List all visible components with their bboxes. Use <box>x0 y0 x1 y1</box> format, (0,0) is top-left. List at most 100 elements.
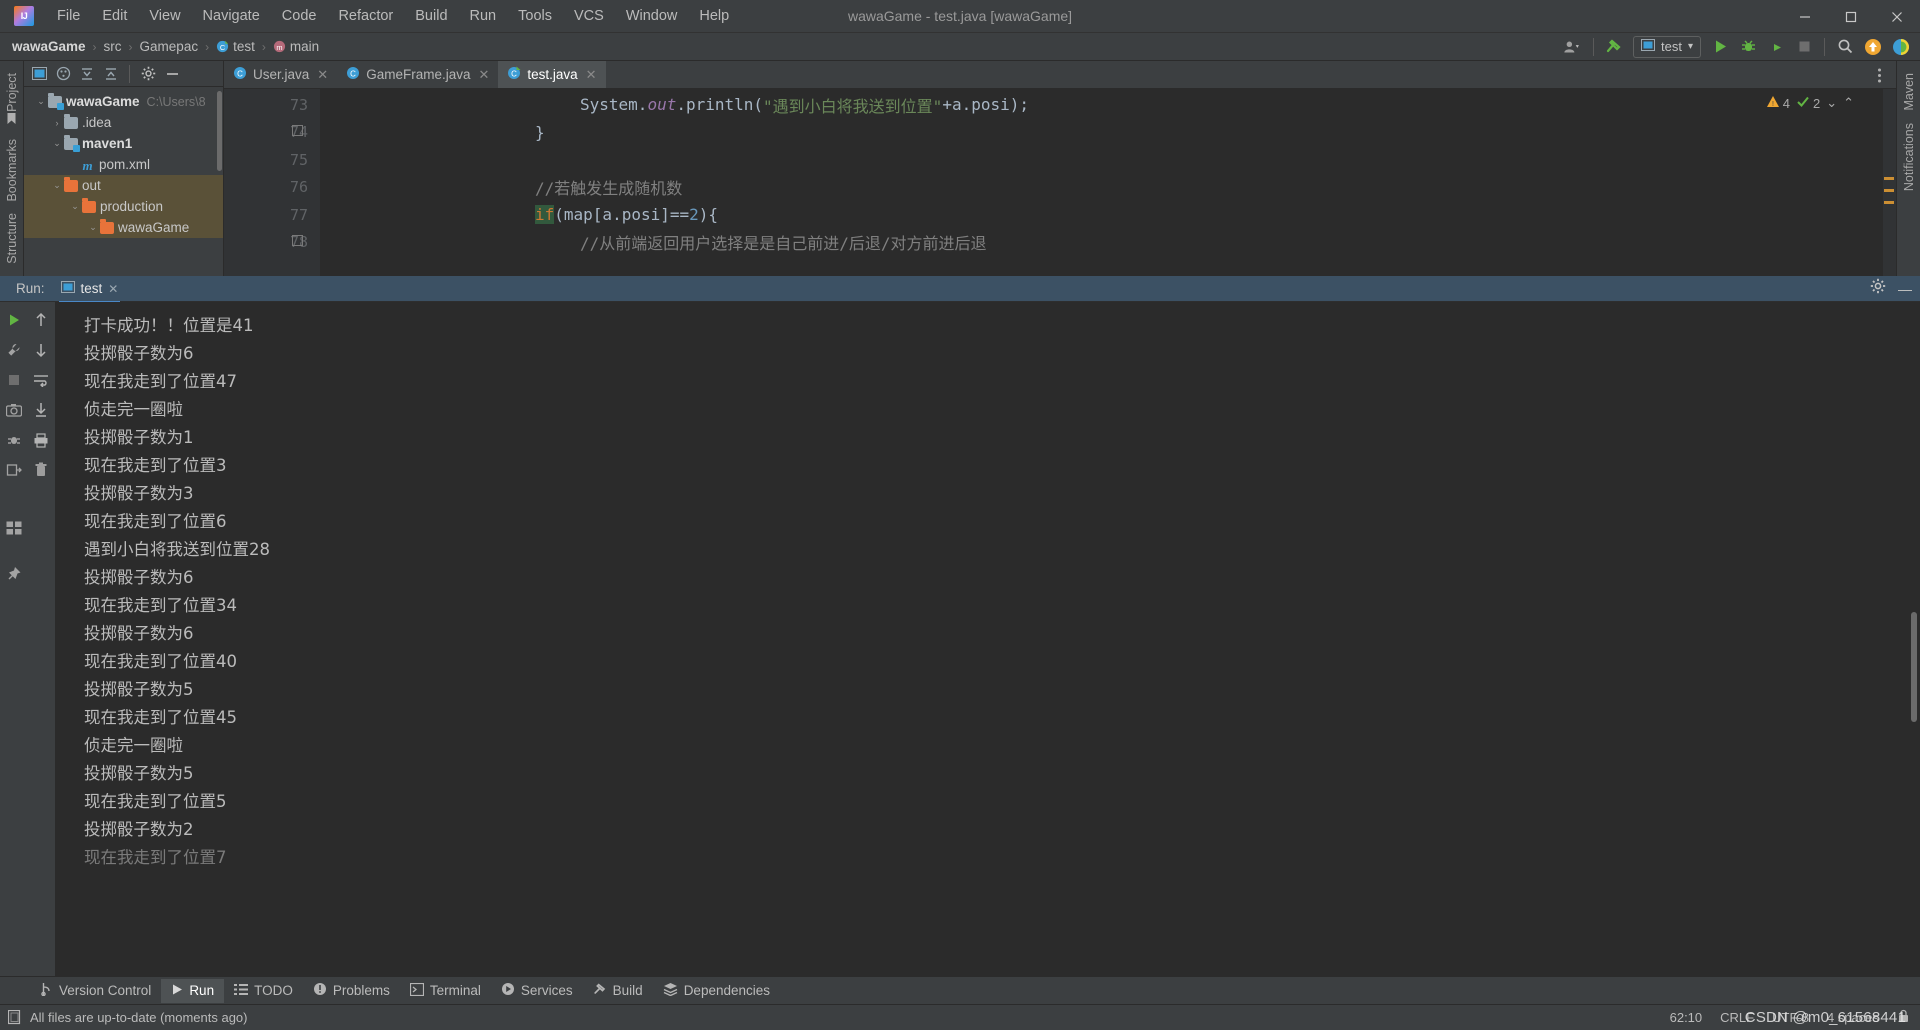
chevron-down-icon[interactable]: ▾ <box>1688 41 1693 52</box>
code-text-area[interactable]: System. out .println("遇到小白将我送到位置" +a.posi);… <box>320 89 1896 276</box>
read-only-lock-icon[interactable] <box>1897 1009 1910 1026</box>
search-everywhere-icon[interactable] <box>1832 35 1858 59</box>
tree-node-pom-xml[interactable]: m pom.xml <box>24 154 223 175</box>
tool-button-build[interactable]: Build <box>583 979 653 1003</box>
scroll-up-icon[interactable] <box>31 310 51 330</box>
tree-node-maven1[interactable]: ⌄ maven1 <box>24 133 223 154</box>
menu-item-file[interactable]: File <box>46 4 91 28</box>
close-icon[interactable]: ✕ <box>108 282 118 296</box>
camera-icon[interactable] <box>4 400 24 420</box>
chevron-down-icon[interactable]: ⌄ <box>68 201 82 212</box>
run-button[interactable] <box>1707 35 1733 59</box>
collapse-all-icon[interactable] <box>100 64 122 84</box>
caret-position[interactable]: 62:10 <box>1670 1010 1703 1025</box>
select-opened-file-icon[interactable] <box>28 64 50 84</box>
scroll-to-end-icon[interactable] <box>31 400 51 420</box>
grid-view-icon[interactable] <box>4 518 24 538</box>
stripe-mark-warning[interactable] <box>1884 201 1894 204</box>
menu-item-vcs[interactable]: VCS <box>563 4 615 28</box>
scope-icon[interactable] <box>52 64 74 84</box>
menu-item-help[interactable]: Help <box>688 4 740 28</box>
tree-scrollbar[interactable] <box>217 91 222 171</box>
stripe-mark-warning[interactable] <box>1884 189 1894 192</box>
account-icon[interactable] <box>1560 35 1586 59</box>
indent-setting[interactable]: 4 spaces <box>1827 1010 1879 1025</box>
tree-node-wawagame-out[interactable]: ⌄ wawaGame <box>24 217 223 238</box>
chevron-right-icon[interactable]: › <box>50 118 64 128</box>
stripe-mark-warning[interactable] <box>1884 177 1894 180</box>
minimize-icon[interactable] <box>1782 0 1828 33</box>
wrench-icon[interactable] <box>4 340 24 360</box>
close-icon[interactable] <box>1874 0 1920 33</box>
build-hammer-icon[interactable] <box>1601 35 1627 59</box>
settings-gear-icon[interactable] <box>137 64 159 84</box>
rail-item-structure[interactable]: Structure <box>5 207 19 270</box>
menu-item-view[interactable]: View <box>138 4 191 28</box>
rail-item-notifications[interactable]: Notifications <box>1902 117 1916 197</box>
warning-badge[interactable]: ! 4 <box>1766 95 1790 111</box>
close-icon[interactable]: ✕ <box>586 67 597 83</box>
project-tree[interactable]: ⌄ wawaGame C:\Users\8 › .idea ⌄ maven1 m… <box>24 87 223 276</box>
chevron-down-icon[interactable]: ⌄ <box>86 222 100 233</box>
menu-item-code[interactable]: Code <box>271 4 328 28</box>
chevron-down-icon[interactable]: ⌄ <box>50 180 64 191</box>
update-project-icon[interactable] <box>1860 35 1886 59</box>
rerun-run-icon[interactable] <box>4 310 24 330</box>
inspection-ok-badge[interactable]: 2 <box>1796 95 1820 111</box>
tool-button-dependencies[interactable]: Dependencies <box>653 979 780 1003</box>
inspection-widget[interactable]: ! 4 2 ⌄ ⌃ <box>1766 95 1854 111</box>
code-editor[interactable]: 73 74 75 76 77 78 System. out .println("遇到… <box>224 89 1896 276</box>
ide-feature-icon[interactable] <box>1888 35 1914 59</box>
tool-button-services[interactable]: Services <box>491 979 583 1003</box>
settings-gear-icon[interactable] <box>1870 278 1886 299</box>
code-fold-marker[interactable] <box>292 235 303 246</box>
stop-button[interactable] <box>1791 35 1817 59</box>
menu-item-build[interactable]: Build <box>404 4 458 28</box>
tool-button-run[interactable]: Run <box>161 978 225 1003</box>
pin-icon[interactable] <box>4 564 24 584</box>
chevron-down-icon[interactable]: ⌄ <box>34 96 48 107</box>
expand-all-icon[interactable] <box>76 64 98 84</box>
chevron-down-icon[interactable]: ⌄ <box>50 138 64 149</box>
maximize-icon[interactable] <box>1828 0 1874 33</box>
line-separator[interactable]: CRLF <box>1720 1010 1754 1025</box>
hide-panel-icon[interactable] <box>161 64 183 84</box>
error-stripe-marker-bar[interactable] <box>1882 89 1896 276</box>
console-scrollbar[interactable] <box>1911 612 1917 722</box>
menu-item-edit[interactable]: Edit <box>91 4 138 28</box>
chevron-up-icon[interactable]: ⌃ <box>1843 95 1854 111</box>
tree-node-production[interactable]: ⌄ production <box>24 196 223 217</box>
tool-button-terminal[interactable]: Terminal <box>400 979 491 1003</box>
editor-tab-gameframe-java[interactable]: C GameFrame.java ✕ <box>337 61 498 88</box>
breadcrumb-item-project[interactable]: wawaGame <box>12 39 86 54</box>
run-window-tab-test[interactable]: test ✕ <box>55 279 125 304</box>
more-options-icon[interactable] <box>1866 63 1892 87</box>
trash-icon[interactable] <box>31 460 51 480</box>
close-icon[interactable]: ✕ <box>317 67 328 83</box>
breadcrumb-item-gamepac[interactable]: Gamepac <box>140 39 199 54</box>
menu-item-window[interactable]: Window <box>615 4 689 28</box>
menu-item-run[interactable]: Run <box>459 4 508 28</box>
editor-tab-test-java[interactable]: C test.java ✕ <box>498 61 606 88</box>
code-fold-marker[interactable] <box>292 125 303 136</box>
tree-node-wawagame-root[interactable]: ⌄ wawaGame C:\Users\8 <box>24 91 223 112</box>
breadcrumb-item-src[interactable]: src <box>104 39 122 54</box>
rail-item-bookmarks[interactable]: Bookmarks <box>5 133 19 208</box>
menu-item-navigate[interactable]: Navigate <box>192 4 271 28</box>
editor-tab-user-java[interactable]: C User.java ✕ <box>224 61 337 88</box>
rail-item-maven[interactable]: Maven <box>1902 67 1916 117</box>
file-encoding[interactable]: UTF-8 <box>1772 1010 1809 1025</box>
run-with-coverage-button[interactable] <box>1763 35 1789 59</box>
scroll-down-icon[interactable] <box>31 340 51 360</box>
soft-wrap-icon[interactable] <box>31 370 51 390</box>
console-output[interactable]: 打卡成功！！位置是41 投掷骰子数为6 现在我走到了位置47 侦走完一圈啦 投掷… <box>56 302 1920 976</box>
menu-item-refactor[interactable]: Refactor <box>327 4 404 28</box>
print-icon[interactable] <box>31 430 51 450</box>
tool-button-todo[interactable]: TODO <box>224 979 303 1003</box>
run-configuration-selector[interactable]: test ▾ <box>1633 35 1701 58</box>
close-icon[interactable]: ✕ <box>478 67 489 83</box>
debug-button[interactable] <box>1735 35 1761 59</box>
stop-icon[interactable] <box>4 370 24 390</box>
tree-node-idea[interactable]: › .idea <box>24 112 223 133</box>
debug-attach-icon[interactable] <box>4 430 24 450</box>
